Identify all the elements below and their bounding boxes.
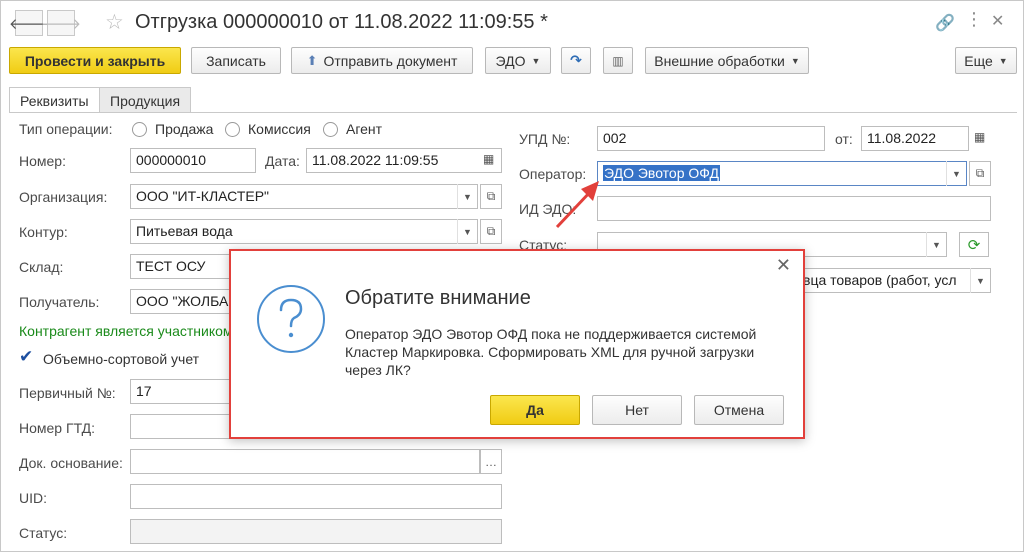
recipient-label: Получатель:: [19, 294, 100, 310]
radio-agent-label: Агент: [346, 121, 383, 137]
upd-field[interactable]: 002: [597, 126, 825, 151]
participant-note: Контрагент является участником: [19, 323, 233, 339]
date-label: Дата:: [265, 153, 300, 169]
open-icon[interactable]: ⧉: [480, 184, 502, 209]
ellipsis-icon[interactable]: …: [480, 449, 502, 474]
open-icon[interactable]: ⧉: [480, 219, 502, 244]
upd-date-field[interactable]: 11.08.2022: [861, 126, 969, 151]
forward-button[interactable]: 🡒: [41, 10, 81, 36]
dialog-message: Оператор ЭДО Эвотор ОФД пока не поддержи…: [345, 326, 757, 378]
chevron-down-icon[interactable]: ▼: [946, 161, 966, 186]
dialog-title: Обратите внимание: [345, 287, 531, 309]
radio-agent[interactable]: [323, 122, 338, 137]
chevron-down-icon: ▼: [531, 55, 541, 66]
back-button[interactable]: 🡐: [9, 10, 49, 36]
number-field[interactable]: 000000010: [130, 148, 256, 173]
warehouse-label: Склад:: [19, 259, 64, 275]
seller-value: вца товаров (работ, усл: [803, 272, 957, 288]
edo-label: ЭДО: [495, 52, 526, 69]
calendar-icon[interactable]: ▦: [974, 130, 985, 144]
close-window-icon[interactable]: ✕: [991, 11, 1004, 31]
uid-field[interactable]: [130, 484, 502, 509]
external-processing-button[interactable]: Внешние обработки ▼: [645, 47, 809, 74]
annotation-arrow: [555, 181, 599, 229]
chevron-down-icon: ▼: [790, 55, 800, 66]
upload-icon: ⬆: [306, 52, 318, 68]
arrow-turn-icon: ↷: [570, 52, 582, 68]
base-document-label: Док. основание:: [19, 455, 123, 471]
upd-label: УПД №:: [519, 131, 571, 147]
contour-label: Контур:: [19, 224, 68, 240]
edo-id-field[interactable]: [597, 196, 991, 221]
scanner-button[interactable]: ▥: [603, 47, 633, 74]
no-button[interactable]: Нет: [592, 395, 682, 425]
gtd-field[interactable]: [130, 414, 230, 439]
date-value: 11.08.2022 11:09:55: [312, 152, 439, 168]
radio-commission[interactable]: [225, 122, 240, 137]
arrow-right-icon: 🡒: [40, 15, 82, 33]
tab-products[interactable]: Продукция: [99, 87, 192, 113]
more-button[interactable]: Еще ▼: [955, 47, 1017, 74]
bulk-checkbox[interactable]: ✔: [19, 348, 35, 365]
tab-requisites[interactable]: Реквизиты: [9, 87, 100, 113]
status-field: [130, 519, 502, 544]
send-document-label: Отправить документ: [323, 52, 458, 69]
link-icon[interactable]: 🔗: [935, 13, 955, 33]
external-processing-label: Внешние обработки: [654, 52, 785, 69]
chevron-down-icon: ▼: [998, 55, 1008, 66]
base-document-field[interactable]: [130, 449, 480, 474]
primary-number-label: Первичный №:: [19, 385, 116, 401]
edo-menu-button[interactable]: ЭДО ▼: [485, 47, 551, 74]
radio-sale[interactable]: [132, 122, 147, 137]
redirect-button[interactable]: ↷: [561, 47, 591, 74]
scanner-icon: ▥: [612, 53, 624, 68]
date-field[interactable]: 11.08.2022 11:09:55: [306, 148, 502, 173]
chevron-down-icon[interactable]: ▼: [457, 184, 477, 209]
yes-button[interactable]: Да: [490, 395, 580, 425]
recipient-field[interactable]: ООО "ЖОЛБА: [130, 289, 230, 314]
number-label: Номер:: [19, 153, 66, 169]
operator-field[interactable]: ЭДО Эвотор ОФД: [597, 161, 967, 186]
send-document-button[interactable]: ⬆ Отправить документ: [291, 47, 473, 74]
post-and-close-button[interactable]: Провести и закрыть: [9, 47, 181, 74]
window-title: Отгрузка 000000010 от 11.08.2022 11:09:5…: [135, 11, 548, 33]
operator-value: ЭДО Эвотор ОФД: [603, 165, 720, 181]
gtd-label: Номер ГТД:: [19, 420, 96, 436]
more-vertical-icon[interactable]: ⋮: [965, 9, 983, 30]
chevron-down-icon[interactable]: ▼: [457, 219, 477, 244]
favorite-star-icon[interactable]: ☆: [105, 10, 124, 35]
cancel-button[interactable]: Отмена: [694, 395, 784, 425]
close-icon[interactable]: ✕: [776, 255, 791, 276]
upd-date-label: от:: [835, 131, 853, 147]
organization-label: Организация:: [19, 189, 108, 205]
chevron-down-icon[interactable]: ▼: [970, 268, 990, 293]
question-icon: [257, 285, 325, 353]
primary-number-field[interactable]: 17: [130, 379, 230, 404]
open-icon[interactable]: ⧉: [969, 161, 991, 186]
document-window: 🡐 🡒 ☆ Отгрузка 000000010 от 11.08.2022 1…: [0, 0, 1024, 552]
uid-label: UID:: [19, 490, 47, 506]
bulk-label: Объемно-сортовой учет: [43, 351, 200, 367]
contour-field[interactable]: Питьевая вода: [130, 219, 478, 244]
title-bar: 🡐 🡒 ☆ Отгрузка 000000010 от 11.08.2022 1…: [1, 1, 1023, 43]
radio-sale-label: Продажа: [155, 121, 214, 137]
status-label: Статус:: [19, 525, 68, 541]
operation-type-label: Тип операции:: [19, 121, 113, 137]
radio-commission-label: Комиссия: [248, 121, 311, 137]
warehouse-field[interactable]: ТЕСТ ОСУ: [130, 254, 230, 279]
refresh-icon[interactable]: ⟳: [959, 232, 989, 257]
chevron-down-icon[interactable]: ▼: [926, 232, 946, 257]
more-label: Еще: [964, 52, 993, 69]
seller-field[interactable]: вца товаров (работ, усл: [797, 268, 991, 293]
warning-dialog: ✕ Обратите внимание Оператор ЭДО Эвотор …: [229, 249, 805, 439]
tab-divider: [9, 112, 1017, 113]
organization-field[interactable]: ООО "ИТ-КЛАСТЕР": [130, 184, 478, 209]
write-button[interactable]: Записать: [191, 47, 281, 74]
calendar-icon[interactable]: ▦: [483, 152, 494, 166]
